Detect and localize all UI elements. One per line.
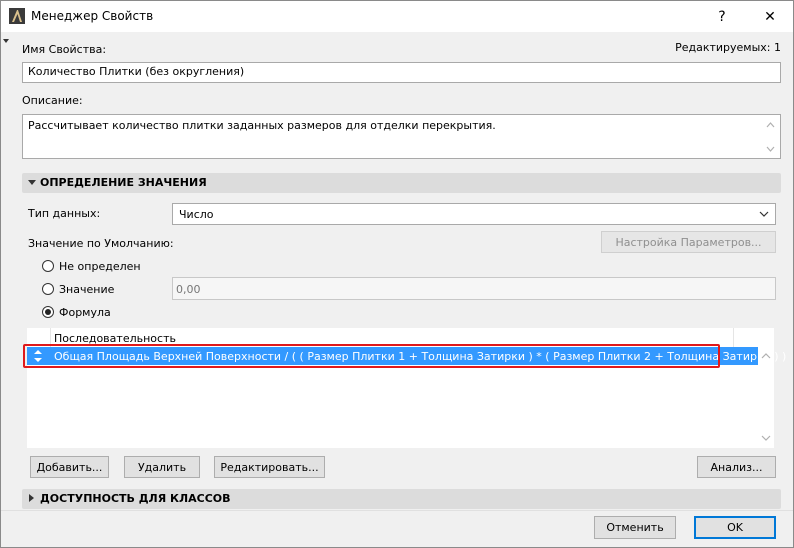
default-value-label: Значение по Умолчанию: [28, 237, 174, 250]
collapse-marker-icon [3, 39, 9, 43]
ok-button[interactable]: OK [694, 516, 776, 539]
radio-value[interactable] [42, 283, 54, 295]
delete-button[interactable]: Удалить [124, 456, 200, 478]
property-name-input[interactable]: Количество Плитки (без округления) [22, 62, 781, 83]
cancel-button[interactable]: Отменить [594, 516, 676, 539]
data-type-value: Число [179, 208, 214, 221]
chevron-down-icon [759, 211, 769, 217]
radio-formula[interactable] [42, 306, 54, 318]
expand-triangle-icon [29, 494, 34, 502]
footer-divider [1, 510, 793, 511]
data-type-select[interactable]: Число [172, 203, 776, 225]
scrollbar-arrows-icon [761, 353, 771, 441]
window-title: Менеджер Свойств [31, 9, 154, 23]
class-availability-title: ДОСТУПНОСТЬ ДЛЯ КЛАССОВ [40, 492, 231, 505]
close-button[interactable]: ✕ [747, 1, 793, 32]
property-manager-window: Менеджер Свойств ? ✕ Имя Свойства: Редак… [0, 0, 794, 548]
column-divider [733, 328, 734, 347]
radio-undefined-label[interactable]: Не определен [59, 260, 141, 273]
radio-value-label[interactable]: Значение [59, 283, 114, 296]
analyze-button[interactable]: Анализ... [697, 456, 776, 478]
editable-count: Редактируемых: 1 [675, 41, 781, 54]
radio-undefined[interactable] [42, 260, 54, 272]
radio-formula-label[interactable]: Формула [59, 306, 111, 319]
formula-table-scrollbar[interactable] [758, 347, 774, 448]
close-icon: ✕ [764, 8, 776, 25]
property-name-label: Имя Свойства: [22, 43, 107, 56]
data-type-label: Тип данных: [28, 207, 101, 220]
highlight-annotation-box [23, 344, 720, 368]
scrollbar-arrows-icon [766, 122, 775, 152]
class-availability-header[interactable]: ДОСТУПНОСТЬ ДЛЯ КЛАССОВ [22, 489, 781, 509]
description-text: Рассчитывает количество плитки заданных … [28, 119, 496, 132]
description-label: Описание: [22, 94, 83, 107]
default-value-input[interactable]: 0,00 [172, 277, 776, 300]
value-definition-header[interactable]: ОПРЕДЕЛЕНИЕ ЗНАЧЕНИЯ [22, 173, 781, 193]
add-button[interactable]: Добавить... [30, 456, 109, 478]
value-definition-title: ОПРЕДЕЛЕНИЕ ЗНАЧЕНИЯ [40, 176, 207, 189]
expand-triangle-icon [28, 180, 36, 185]
help-button[interactable]: ? [699, 1, 745, 32]
title-bar[interactable]: Менеджер Свойств ? ✕ [1, 1, 793, 32]
edit-button[interactable]: Редактировать... [214, 456, 325, 478]
help-icon: ? [718, 8, 726, 25]
archicad-app-icon [9, 8, 25, 24]
description-textarea[interactable]: Рассчитывает количество плитки заданных … [22, 114, 781, 159]
description-scrollbar[interactable] [761, 115, 780, 158]
parameter-settings-button[interactable]: Настройка Параметров... [601, 231, 776, 253]
